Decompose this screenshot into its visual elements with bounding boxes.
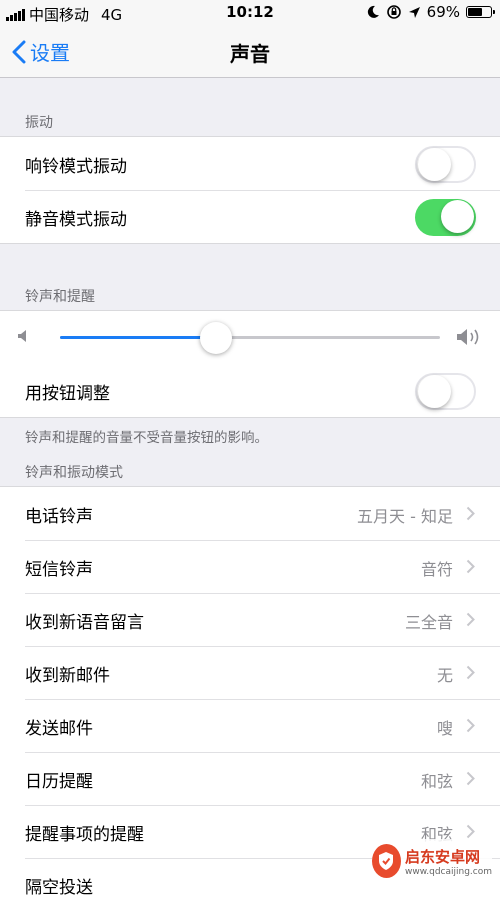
nav-bar: 设置 声音 — [0, 26, 500, 78]
chevron-right-icon — [466, 612, 475, 627]
watermark-name: 启东安卓网 — [404, 847, 480, 866]
change-with-buttons-row: 用按钮调整 — [0, 364, 500, 417]
ringer-volume-row — [0, 311, 500, 364]
status-bar: 中国移动 4G 10:12 69% — [0, 0, 500, 26]
change-with-buttons-toggle[interactable] — [415, 373, 476, 410]
list-item-new-mail[interactable]: 收到新邮件 无 — [0, 646, 500, 699]
volume-high-icon — [457, 329, 479, 345]
ring-vibrate-label: 响铃模式振动 — [25, 157, 127, 177]
silent-vibrate-row: 静音模式振动 — [0, 190, 500, 243]
ringer-group: 用按钮调整 — [0, 310, 500, 418]
section-header-patterns: 铃声和振动模式 — [25, 465, 123, 481]
toggle-knob — [418, 148, 451, 181]
watermark-logo — [372, 844, 401, 878]
ringer-volume-slider[interactable] — [60, 322, 440, 354]
watermark-url: www.qdcaijing.com — [404, 866, 492, 877]
battery-icon — [466, 6, 495, 18]
location-icon — [408, 6, 420, 18]
slider-filled-track — [60, 336, 216, 339]
list-item-label: 发送邮件 — [25, 719, 93, 739]
shield-icon — [379, 852, 394, 870]
status-right: 69% — [367, 3, 495, 21]
page-title: 声音 — [230, 42, 270, 66]
toggle-knob — [441, 200, 474, 233]
vibration-group: 响铃模式振动 静音模式振动 — [0, 136, 500, 244]
list-item-value: 三全音 — [404, 613, 453, 632]
chevron-right-icon — [466, 559, 475, 574]
list-item-calendar-alerts[interactable]: 日历提醒 和弦 — [0, 752, 500, 805]
toggle-knob — [418, 375, 451, 408]
list-item-value: 和弦 — [420, 772, 453, 791]
ringer-footer-note: 铃声和提醒的音量不受音量按钮的影响。 — [25, 430, 268, 446]
list-item-label: 提醒事项的提醒 — [25, 825, 144, 845]
list-item-new-voicemail[interactable]: 收到新语音留言 三全音 — [0, 593, 500, 646]
silent-vibrate-toggle[interactable] — [415, 199, 476, 236]
chevron-right-icon — [466, 665, 475, 680]
silent-vibrate-label: 静音模式振动 — [25, 210, 127, 230]
chevron-right-icon — [466, 506, 475, 521]
moon-icon — [367, 5, 379, 18]
watermark-text: 启东安卓网 www.qdcaijing.com — [405, 846, 492, 877]
change-with-buttons-label: 用按钮调整 — [25, 384, 110, 404]
list-item-text-tone[interactable]: 短信铃声 音符 — [0, 540, 500, 593]
list-item-label: 收到新语音留言 — [25, 613, 144, 633]
chevron-right-icon — [466, 771, 475, 786]
list-item-label: 日历提醒 — [25, 772, 93, 792]
list-item-label: 电话铃声 — [25, 507, 93, 527]
volume-low-icon — [18, 330, 26, 342]
list-item-sent-mail[interactable]: 发送邮件 嗖 — [0, 699, 500, 752]
slider-thumb[interactable] — [199, 322, 232, 354]
chevron-right-icon — [466, 718, 475, 733]
watermark: 启东安卓网 www.qdcaijing.com — [372, 839, 492, 883]
list-item-value: 无 — [436, 666, 453, 685]
rotation-lock-icon — [386, 5, 401, 19]
battery-percent: 69% — [426, 3, 460, 21]
section-header-ringer: 铃声和提醒 — [25, 289, 95, 305]
list-item-label: 隔空投送 — [25, 878, 93, 898]
list-item-ringtone[interactable]: 电话铃声 五月天 - 知足 — [0, 487, 500, 540]
list-item-value: 五月天 - 知足 — [357, 507, 453, 526]
list-item-value: 嗖 — [436, 719, 453, 738]
section-header-vibration: 振动 — [25, 115, 53, 131]
list-item-label: 收到新邮件 — [25, 666, 110, 686]
list-item-label: 短信铃声 — [25, 560, 93, 580]
list-item-value: 音符 — [420, 560, 453, 579]
ring-vibrate-toggle[interactable] — [415, 146, 476, 183]
battery-fill — [468, 8, 482, 16]
ring-vibrate-row: 响铃模式振动 — [0, 137, 500, 190]
chevron-right-icon — [466, 824, 475, 839]
